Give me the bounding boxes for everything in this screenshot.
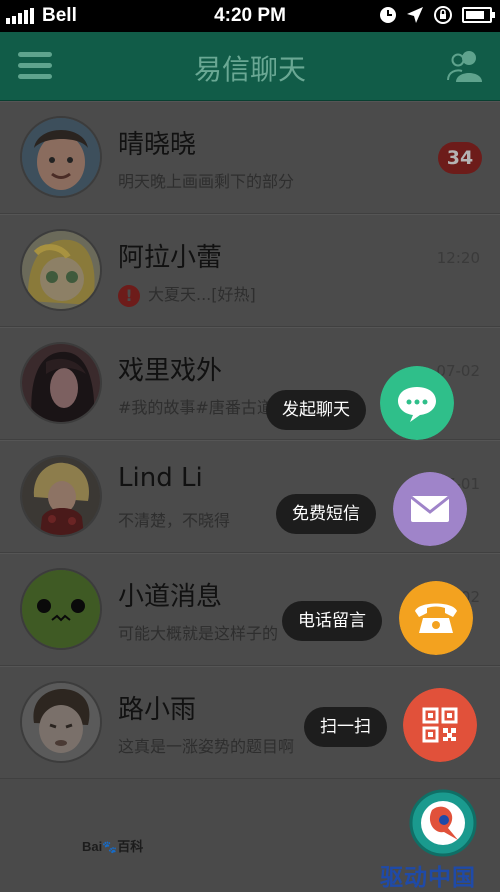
page-title: 易信聊天 [193, 53, 306, 86]
envelope-icon[interactable] [393, 472, 467, 546]
contact-name: 戏里戏外 [118, 356, 223, 386]
message-preview: 明天晚上画画剩下的部分 [118, 172, 295, 191]
contact-name: Lind Li [118, 463, 203, 493]
clock-icon [380, 7, 396, 23]
avatar [20, 455, 102, 537]
fab-label-voicemail[interactable]: 电话留言 [282, 601, 382, 641]
avatar [20, 229, 102, 311]
baidu-baike-watermark: Bai🐾百科 [82, 839, 144, 854]
chat-row[interactable]: 晴晓晓 明天晚上画画剩下的部分 34 [0, 101, 500, 214]
message-preview: 可能大概就是这样子的 [118, 624, 279, 643]
message-preview: 不清楚，不晓得 [118, 511, 231, 530]
avatar [20, 116, 102, 198]
preview-text: 大夏天...[好热] [148, 285, 256, 304]
location-arrow-icon [407, 7, 423, 23]
avatar [20, 681, 102, 763]
chat-row[interactable]: 阿拉小蕾 ! 大夏天...[好热] 12:20 [0, 214, 500, 327]
battery-icon [462, 7, 495, 23]
avatar [20, 568, 102, 650]
unread-badge: 34 [438, 142, 482, 174]
message-preview: ! 大夏天...[好热] [118, 281, 256, 307]
qr-code-icon[interactable] [403, 688, 477, 762]
fab-label-free-sms[interactable]: 免费短信 [276, 494, 376, 534]
chat-bubble-icon[interactable] [380, 366, 454, 440]
message-preview: 这真是一涨姿势的题目啊 [118, 737, 295, 756]
send-failed-icon: ! [118, 284, 140, 307]
contact-name: 阿拉小蕾 [118, 243, 223, 273]
avatar [20, 342, 102, 424]
brand-logo-icon [409, 789, 477, 857]
contact-name: 晴晓晓 [118, 130, 197, 160]
contacts-icon[interactable] [446, 48, 486, 84]
app-header: 易信聊天 [0, 32, 500, 101]
contact-name: 路小雨 [118, 695, 197, 725]
telephone-icon[interactable] [399, 581, 473, 655]
message-preview: #我的故事#唐番古道 [118, 398, 273, 417]
chat-list: 晴晓晓 明天晚上画画剩下的部分 34 阿拉小蕾 ! 大夏天...[好热] 12:2… [0, 101, 500, 779]
contact-name: 小道消息 [118, 582, 223, 612]
status-bar: Bell 4:20 PM [0, 0, 500, 32]
fab-label-start-chat[interactable]: 发起聊天 [266, 390, 366, 430]
message-time: 12:20 [436, 249, 480, 267]
rotation-lock-icon [434, 6, 452, 24]
fab-label-scan[interactable]: 扫一扫 [304, 707, 387, 747]
